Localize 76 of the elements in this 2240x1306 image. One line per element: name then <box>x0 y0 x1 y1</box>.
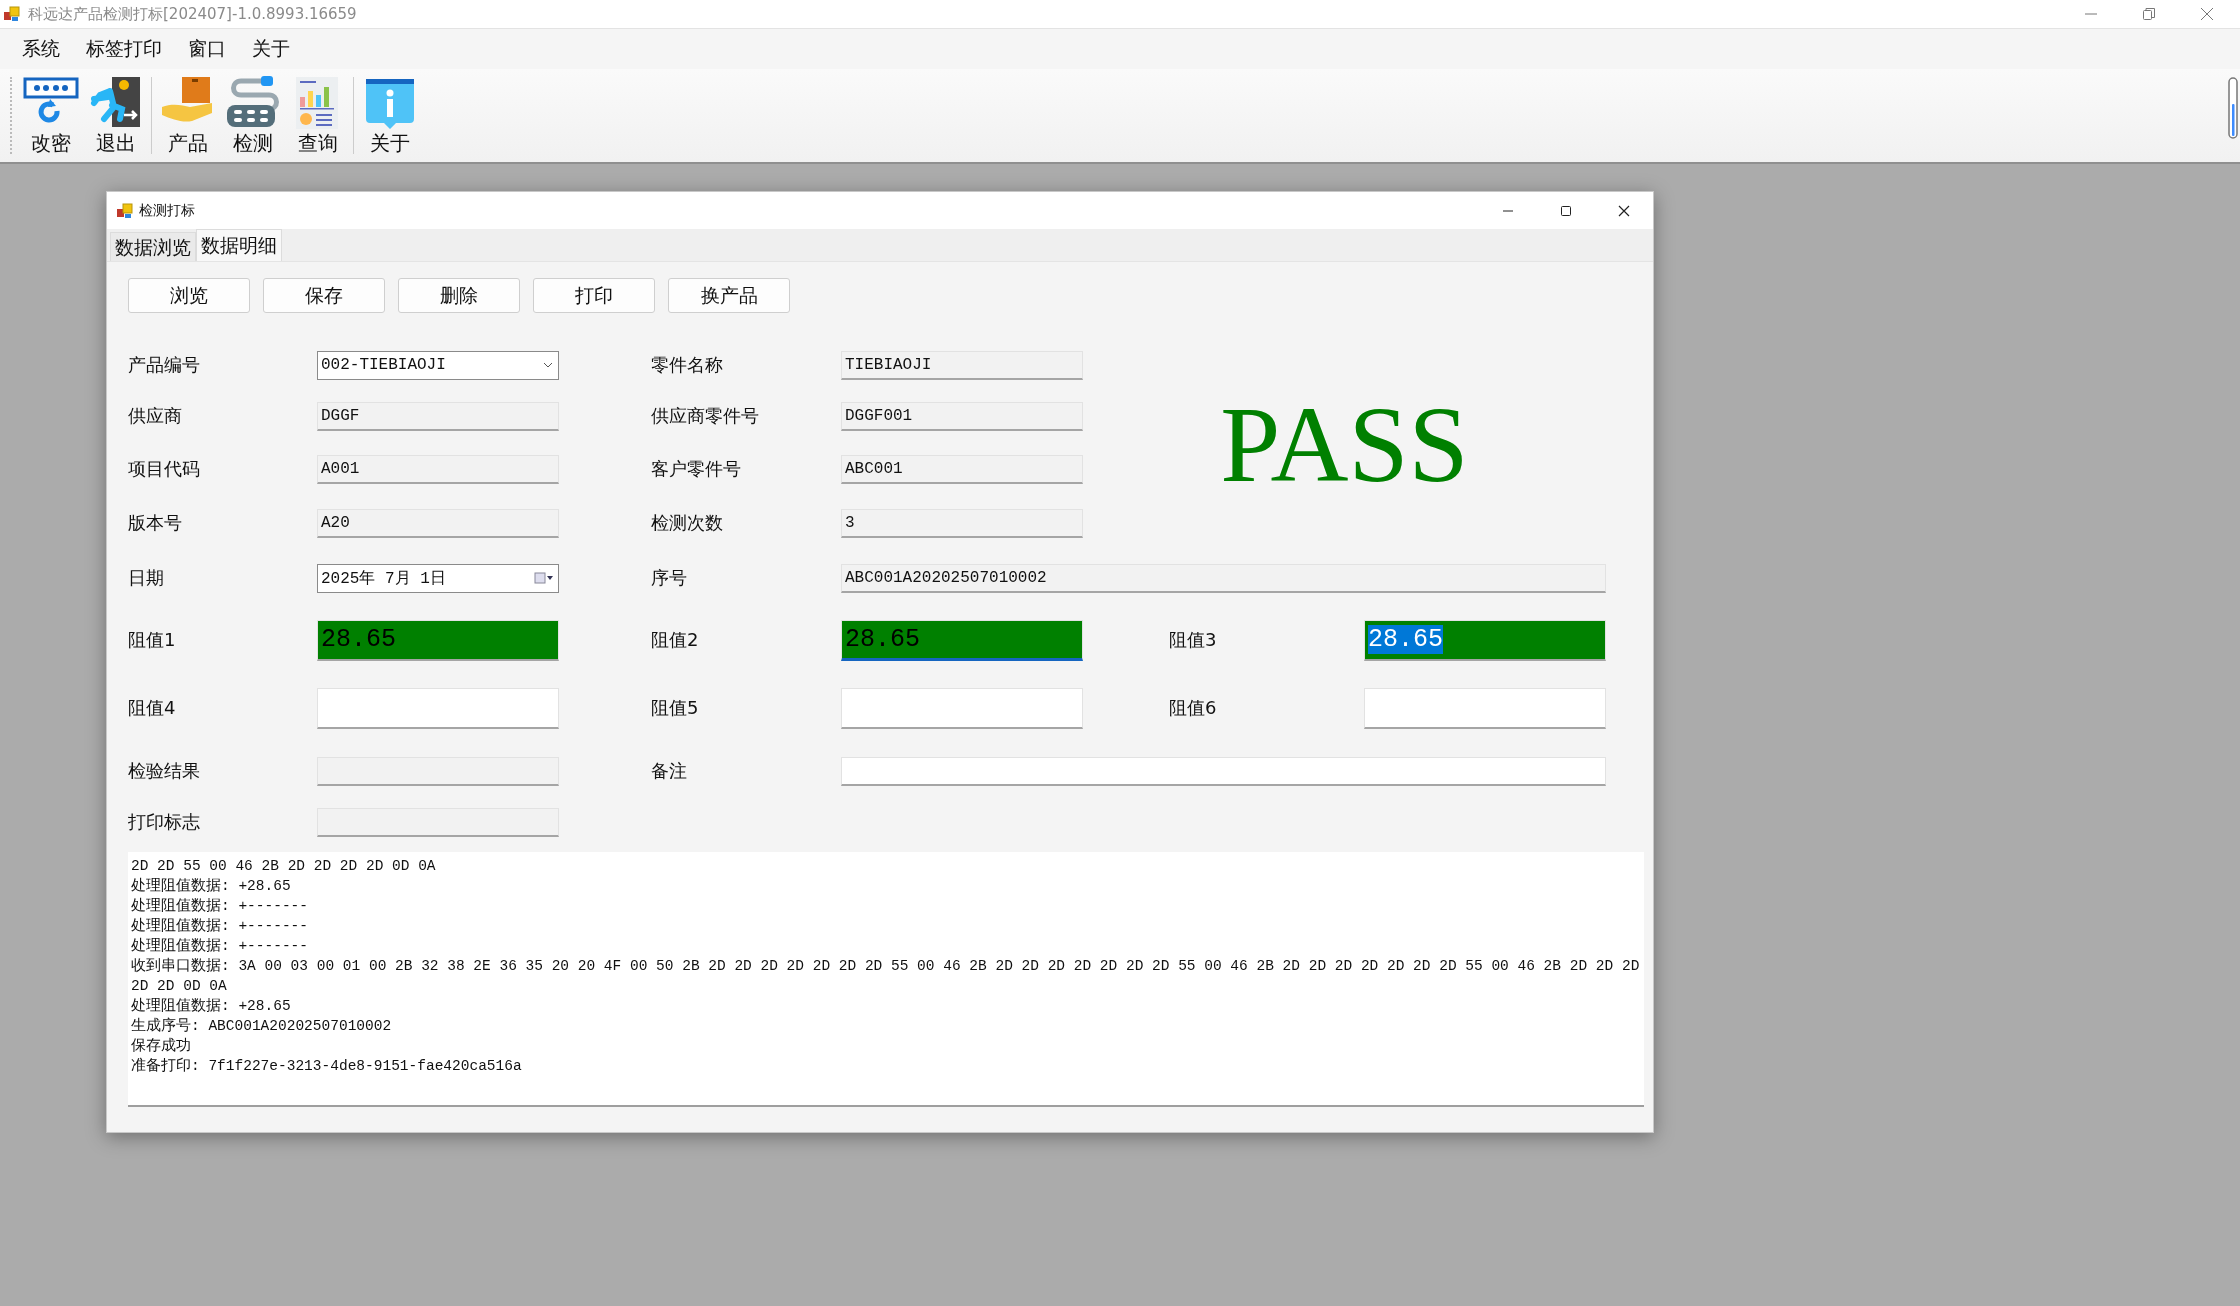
input-field[interactable]: DGGF <box>317 401 559 431</box>
tab[interactable]: 数据明细 <box>196 229 282 261</box>
log-line: 处理阻值数据: +------- <box>131 916 309 936</box>
log-line: 收到串口数据: 3A 00 03 00 01 00 2B 32 38 2E 36 35 20 20 4F 00 50 2B 2D 2D 2D 2D 2D 2D 2D 55 00 46 2B 2D 2D 2D 2D 2D 2D 2D 55 00 46 2B 2D 2D 2D 2D 2D 2D 2D 55 00 46 2B 2D 2D 2D 2D 2D 0D 0A <box>131 956 1641 996</box>
field-label: 零件名称 <box>651 353 724 377</box>
field-label: 阻值5 <box>651 696 700 720</box>
action-button[interactable]: 打印 <box>533 278 655 313</box>
input-field[interactable]: 28.65 <box>1364 619 1606 661</box>
input-field[interactable]: ABC001 <box>841 454 1083 484</box>
menu-item[interactable]: 系统 <box>22 36 60 62</box>
input-field[interactable] <box>317 687 559 729</box>
window-title: 检测打标 <box>139 201 195 220</box>
input-field[interactable]: 28.65 <box>841 619 1083 661</box>
log-line: 准备打印: 7f1f227e-3213-4de8-9151-fae420ca516a <box>131 1056 523 1076</box>
window-title: 科远达产品检测打标[202407]-1.0.8993.16659 <box>28 4 357 24</box>
input-field[interactable] <box>841 687 1083 729</box>
toolbar-button[interactable]: 退出 <box>83 69 148 162</box>
toolbar-button[interactable]: 关于 <box>357 69 422 162</box>
log-line: 2D 2D 55 00 46 2B 2D 2D 2D 2D 0D 0A <box>131 857 437 876</box>
close-icon[interactable] <box>1617 203 1631 218</box>
action-button[interactable]: 保存 <box>263 278 385 313</box>
input-field[interactable]: ABC001A20202507010002 <box>841 563 1606 593</box>
restore-icon[interactable] <box>2142 7 2156 21</box>
field-label: 备注 <box>651 759 688 783</box>
input-field[interactable] <box>1364 687 1606 729</box>
log-line: 生成序号: ABC001A20202507010002 <box>131 1016 393 1036</box>
toolbar-button[interactable]: 检测 <box>220 69 285 162</box>
input-field[interactable]: TIEBIAOJI <box>841 350 1083 380</box>
action-button[interactable]: 换产品 <box>668 278 790 313</box>
field-label: 供应商零件号 <box>651 404 760 428</box>
date-picker[interactable]: 2025年 7月 1日 <box>317 563 559 593</box>
field-label: 产品编号 <box>128 353 201 377</box>
field-label: 阻值6 <box>1169 696 1218 720</box>
toolbar-button[interactable]: 改密 <box>18 69 83 162</box>
input-field[interactable] <box>841 756 1606 786</box>
tab[interactable]: 数据浏览 <box>110 232 196 261</box>
field-label: 日期 <box>128 566 165 590</box>
log-line: 保存成功 <box>131 1036 192 1056</box>
log-line: 处理阻值数据: +28.65 <box>131 876 292 896</box>
app-icon <box>117 202 133 219</box>
field-label: 检测次数 <box>651 511 724 535</box>
input-field[interactable] <box>317 756 559 786</box>
field-label: 版本号 <box>128 511 183 535</box>
menu-item[interactable]: 关于 <box>252 36 290 62</box>
action-button[interactable]: 删除 <box>398 278 520 313</box>
chevron-down-icon <box>543 362 553 368</box>
input-field[interactable]: A001 <box>317 454 559 484</box>
action-button[interactable]: 浏览 <box>128 278 250 313</box>
input-field[interactable]: 28.65 <box>317 619 559 661</box>
log-line: 处理阻值数据: +------- <box>131 936 309 956</box>
field-label: 阻值4 <box>128 696 177 720</box>
log-line: 处理阻值数据: +------- <box>131 896 309 916</box>
field-label: 客户零件号 <box>651 457 742 481</box>
field-label: 供应商 <box>128 404 183 428</box>
input-field[interactable]: 3 <box>841 508 1083 538</box>
input-field[interactable]: A20 <box>317 508 559 538</box>
input-field[interactable]: DGGF001 <box>841 401 1083 431</box>
field-label: 阻值3 <box>1169 628 1218 652</box>
dropdown[interactable]: 002-TIEBIAOJI <box>317 350 559 380</box>
field-label: 序号 <box>651 566 688 590</box>
field-label: 阻值2 <box>651 628 700 652</box>
maximize-icon[interactable] <box>1559 203 1573 218</box>
input-field[interactable] <box>317 807 559 837</box>
menu-item[interactable]: 窗口 <box>188 36 226 62</box>
field-label: 阻值1 <box>128 628 177 652</box>
app-icon <box>4 6 20 22</box>
field-label: 检验结果 <box>128 759 201 783</box>
field-label: 打印标志 <box>128 810 201 834</box>
toolbar-button[interactable]: 查询 <box>285 69 350 162</box>
calendar-dropdown-icon <box>534 572 554 584</box>
menu-item[interactable]: 标签打印 <box>86 36 162 62</box>
log-line: 处理阻值数据: +28.65 <box>131 996 292 1016</box>
toolbar-button[interactable]: 产品 <box>155 69 220 162</box>
field-label: 项目代码 <box>128 457 201 481</box>
result-text: PASS <box>1220 391 1469 499</box>
scrollbar-handle-icon[interactable] <box>2228 77 2238 139</box>
